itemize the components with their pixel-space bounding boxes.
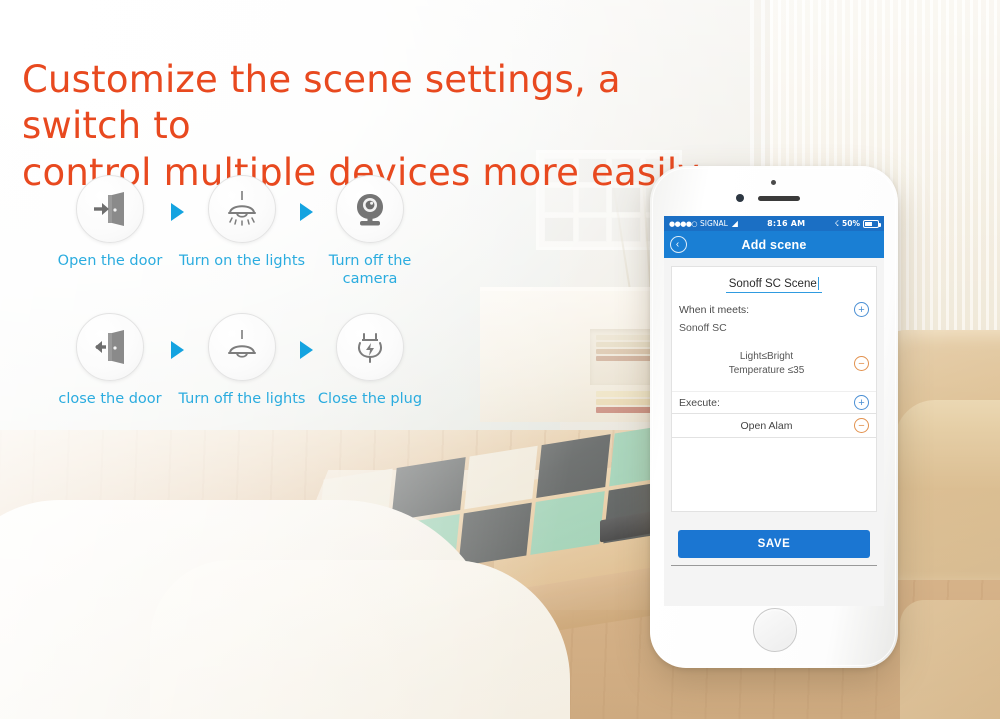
flow-step-label: Open the door — [57, 253, 163, 269]
battery-icon — [863, 219, 881, 228]
flow-step-label: Close the plug — [317, 391, 423, 407]
nav-title: Add scene — [741, 237, 807, 252]
feature-flow: Open the door Turn on the lights Turn of… — [0, 175, 640, 453]
flow-step-label: close the door — [58, 391, 162, 407]
scene-name-input[interactable]: Sonoff SC Scene — [726, 277, 822, 293]
phone-mockup: ●●●●○ SIGNAL ◢ 8:16 AM ☇ 50% ‹ Add scene… — [650, 166, 898, 668]
pendant-lamp-on-icon — [208, 175, 276, 243]
home-button[interactable] — [753, 608, 797, 652]
plus-circle-icon[interactable]: + — [854, 302, 869, 317]
flow-step-close-the-plug[interactable]: Close the plug — [305, 313, 435, 408]
text-caret — [817, 277, 820, 290]
minus-circle-icon[interactable]: − — [854, 356, 869, 371]
action-label: Open Alam — [740, 419, 793, 432]
scene-card: Sonoff SC Scene When it meets: + Sonoff … — [671, 266, 877, 414]
flow-step-turn-off-the-camera[interactable]: Turn off the camera — [305, 175, 435, 288]
minus-circle-icon[interactable]: − — [854, 418, 869, 433]
earpiece-speaker — [758, 196, 800, 201]
front-camera-icon — [771, 180, 776, 185]
app-nav-bar: ‹ Add scene — [664, 231, 884, 258]
flow-step-turn-off-the-lights[interactable]: Turn off the lights — [177, 313, 307, 408]
scene-name-row: Sonoff SC Scene — [672, 267, 876, 299]
phone-screen: ●●●●○ SIGNAL ◢ 8:16 AM ☇ 50% ‹ Add scene… — [664, 216, 884, 606]
plus-circle-icon[interactable]: + — [854, 395, 869, 410]
scene-name-value: Sonoff SC Scene — [728, 277, 817, 290]
pendant-lamp-off-icon — [208, 313, 276, 381]
chevron-left-icon[interactable]: ‹ — [670, 236, 687, 253]
flow-step-label: Turn on the lights — [178, 253, 306, 269]
plug-icon — [336, 313, 404, 381]
door-exit-icon — [76, 313, 144, 381]
status-bar: ●●●●○ SIGNAL ◢ 8:16 AM ☇ 50% — [664, 216, 884, 231]
flow-row-2: close the door Turn off the lights Close… — [0, 313, 640, 453]
battery-percent: 50% — [842, 219, 860, 228]
flow-step-label: Turn off the lights — [178, 391, 306, 407]
status-bar-time: 8:16 AM — [767, 219, 806, 228]
condition-device-name: Sonoff SC — [679, 322, 727, 334]
condition-text: Light≤Bright Temperature ≤35 — [679, 350, 854, 377]
camera-icon — [336, 175, 404, 243]
save-button-wrapper: SAVE — [671, 530, 877, 558]
action-row: Open Alam − — [671, 414, 877, 438]
headline-line-1: Customize the scene settings, a switch t… — [22, 58, 621, 148]
when-it-meets-row: When it meets: + — [672, 299, 876, 320]
flow-step-open-the-door[interactable]: Open the door — [45, 175, 175, 270]
signal-dots-icon: ●●●●○ — [669, 219, 698, 228]
execute-row: Execute: + — [672, 391, 876, 413]
flow-step-label: Turn off the camera — [328, 253, 412, 288]
flow-step-close-the-door[interactable]: close the door — [45, 313, 175, 408]
condition-line-2: Temperature ≤35 — [728, 364, 805, 376]
execute-label: Execute: — [679, 396, 720, 409]
app-content: Sonoff SC Scene When it meets: + Sonoff … — [664, 258, 884, 606]
flow-step-turn-on-the-lights[interactable]: Turn on the lights — [177, 175, 307, 270]
screen-bottom-divider — [671, 565, 877, 566]
condition-row: Light≤Bright Temperature ≤35 − — [672, 334, 876, 391]
save-button[interactable]: SAVE — [678, 530, 870, 558]
condition-line-1: Light≤Bright — [739, 351, 794, 362]
empty-list-area — [671, 438, 877, 512]
proximity-sensor-icon — [736, 194, 744, 202]
door-enter-icon — [76, 175, 144, 243]
carrier-label: SIGNAL — [700, 219, 728, 228]
flow-row-1: Open the door Turn on the lights Turn of… — [0, 175, 640, 315]
bluetooth-icon: ☇ — [834, 219, 840, 228]
when-it-meets-label: When it meets: — [679, 303, 750, 316]
